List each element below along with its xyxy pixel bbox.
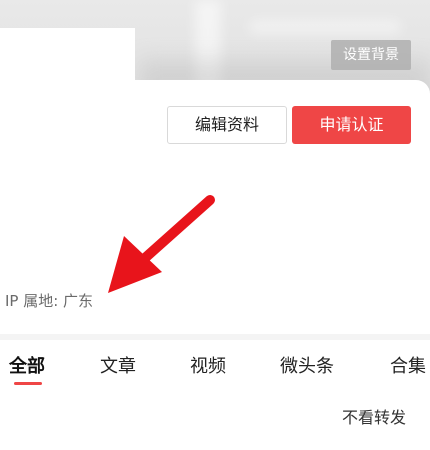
tab-articles[interactable]: 文章 (100, 352, 136, 378)
content-tabs: 全部 文章 视频 微头条 合集 (0, 340, 430, 386)
tab-micro-posts[interactable]: 微头条 (280, 352, 334, 378)
tab-collections[interactable]: 合集 (390, 352, 426, 378)
annotation-arrow-shaft (140, 195, 215, 263)
hide-reposts-toggle[interactable]: 不看转发 (342, 404, 406, 428)
tab-all[interactable]: 全部 (9, 352, 45, 378)
active-tab-indicator (14, 382, 42, 385)
tab-videos[interactable]: 视频 (190, 352, 226, 378)
